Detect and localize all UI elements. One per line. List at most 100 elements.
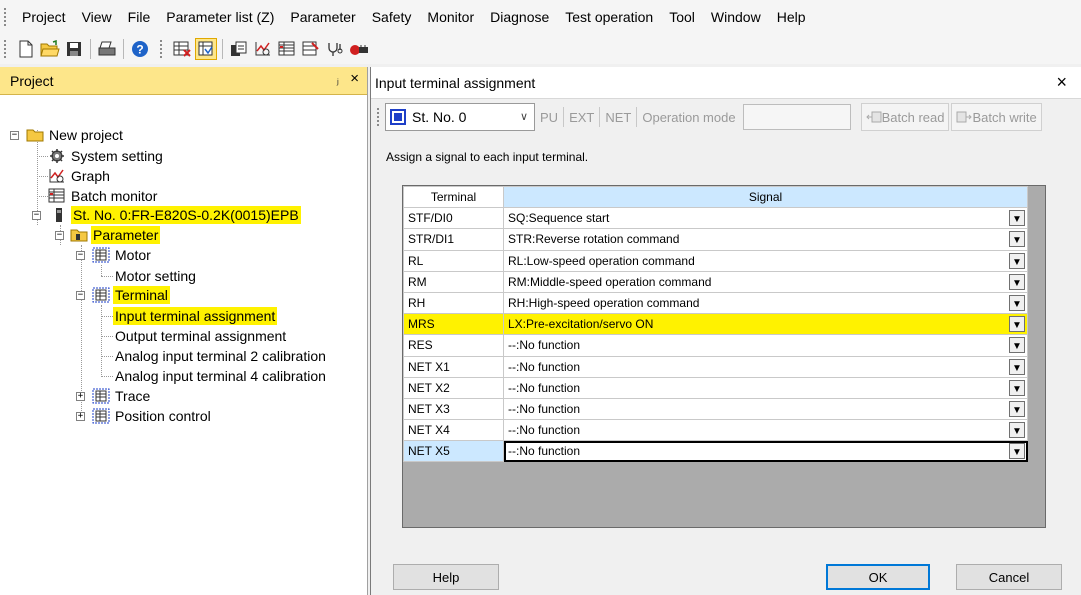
tree-node-system-setting[interactable]: System setting xyxy=(48,146,165,166)
cancel-button[interactable]: Cancel xyxy=(956,564,1062,590)
print-icon[interactable] xyxy=(96,38,118,60)
toolbar-grip xyxy=(4,40,8,58)
pin-icon[interactable]: ⱼ xyxy=(337,72,339,88)
tree-node-new-project[interactable]: New project xyxy=(26,125,125,145)
menu-parameter-list[interactable]: Parameter list (Z) xyxy=(158,0,282,34)
dropdown-arrow-icon[interactable]: ▼ xyxy=(1009,358,1025,375)
dropdown-arrow-icon[interactable]: ▼ xyxy=(1009,379,1025,396)
signal-select[interactable]: RM:Middle-speed operation command ▼ xyxy=(503,270,1028,293)
tree-node-terminal[interactable]: Terminal xyxy=(92,285,170,305)
dropdown-arrow-icon[interactable]: ▼ xyxy=(1009,231,1025,248)
tree-node-analog-input-4[interactable]: Analog input terminal 4 calibration xyxy=(113,366,328,386)
new-file-icon[interactable] xyxy=(15,38,37,60)
diagnose-icon[interactable] xyxy=(300,38,322,60)
table-row: NET X1 --:No function ▼ xyxy=(403,355,1028,378)
menu-safety[interactable]: Safety xyxy=(364,0,420,34)
menu-monitor[interactable]: Monitor xyxy=(419,0,482,34)
signal-select[interactable]: --:No function ▼ xyxy=(503,355,1028,378)
tree-node-motor-setting[interactable]: Motor setting xyxy=(113,266,198,286)
signal-select[interactable]: SQ:Sequence start ▼ xyxy=(503,207,1028,230)
menu-help[interactable]: Help xyxy=(769,0,814,34)
tree-node-batch-monitor[interactable]: Batch monitor xyxy=(48,186,159,206)
tree-node-output-terminal-assignment[interactable]: Output terminal assignment xyxy=(113,326,288,346)
open-folder-icon[interactable] xyxy=(39,38,61,60)
signal-select[interactable]: --:No function ▼ xyxy=(503,397,1028,421)
graph-icon xyxy=(48,168,66,184)
tree-node-motor[interactable]: Motor xyxy=(92,245,153,265)
tree-node-analog-input-2[interactable]: Analog input terminal 2 calibration xyxy=(113,346,328,366)
dropdown-arrow-icon[interactable]: ▼ xyxy=(1009,422,1025,439)
help-button[interactable]: Help xyxy=(393,564,499,590)
menu-tool[interactable]: Tool xyxy=(661,0,703,34)
dropdown-arrow-icon[interactable]: ▼ xyxy=(1009,316,1025,333)
collapse-toggle[interactable]: − xyxy=(55,231,64,240)
dialog-title: Input terminal assignment xyxy=(375,74,536,91)
parameter-group-icon xyxy=(92,388,110,404)
batch-write-button[interactable]: Batch write xyxy=(951,103,1042,131)
help-icon[interactable]: ? xyxy=(129,38,151,60)
dropdown-arrow-icon[interactable]: ▼ xyxy=(1009,210,1025,227)
dropdown-arrow-icon[interactable]: ▼ xyxy=(1009,273,1025,290)
signal-select[interactable]: --:No function ▼ xyxy=(503,440,1028,463)
tree-node-trace[interactable]: Trace xyxy=(92,386,152,406)
mode-ext-button[interactable]: EXT xyxy=(564,110,599,125)
dropdown-arrow-icon[interactable]: ▼ xyxy=(1009,400,1025,417)
collapse-toggle[interactable]: − xyxy=(76,251,85,260)
copy-icon[interactable] xyxy=(228,38,250,60)
menu-view[interactable]: View xyxy=(74,0,120,34)
save-icon[interactable] xyxy=(63,38,85,60)
tree-connector xyxy=(101,336,113,337)
graph-icon[interactable] xyxy=(252,38,274,60)
menu-window[interactable]: Window xyxy=(703,0,769,34)
tree-connector xyxy=(37,156,48,157)
batch-read-button[interactable]: Batch read xyxy=(860,103,950,131)
dialog-title-bar: Input terminal assignment × xyxy=(371,67,1081,99)
expand-toggle[interactable]: + xyxy=(76,392,85,401)
tree-node-graph[interactable]: Graph xyxy=(48,166,112,186)
tree-node-parameter[interactable]: Parameter xyxy=(70,225,161,245)
signal-select[interactable]: STR:Reverse rotation command ▼ xyxy=(503,228,1028,251)
test-operation-icon[interactable] xyxy=(348,38,370,60)
signal-select[interactable]: RH:High-speed operation command ▼ xyxy=(503,291,1028,315)
chevron-down-icon: ∨ xyxy=(519,111,528,123)
signal-select[interactable]: RL:Low-speed operation command ▼ xyxy=(503,249,1028,272)
mode-net-button[interactable]: NET xyxy=(600,110,636,125)
folder-icon xyxy=(26,127,44,143)
batch-monitor-icon[interactable] xyxy=(276,38,298,60)
collapse-toggle[interactable]: − xyxy=(32,211,41,220)
menu-diagnose[interactable]: Diagnose xyxy=(482,0,557,34)
menu-file[interactable]: File xyxy=(120,0,159,34)
table-row: RES --:No function ▼ xyxy=(403,334,1028,357)
dropdown-arrow-icon[interactable]: ▼ xyxy=(1009,252,1025,269)
menu-parameter[interactable]: Parameter xyxy=(282,0,363,34)
terminal-cell: RES xyxy=(403,334,504,357)
close-icon[interactable]: × xyxy=(1056,72,1067,93)
tree-node-position-control[interactable]: Position control xyxy=(92,406,213,426)
signal-select[interactable]: LX:Pre-excitation/servo ON ▼ xyxy=(503,313,1028,336)
tree-node-input-terminal-assignment[interactable]: Input terminal assignment xyxy=(113,306,278,326)
tree-connector xyxy=(101,376,113,377)
instruction-text: Assign a signal to each input terminal. xyxy=(386,150,589,164)
menu-test-operation[interactable]: Test operation xyxy=(557,0,661,34)
dropdown-arrow-icon[interactable]: ▼ xyxy=(1009,443,1025,460)
signal-select[interactable]: --:No function ▼ xyxy=(503,419,1028,442)
tree-node-station[interactable]: St. No. 0:FR-E820S-0.2K(0015)EPB xyxy=(50,205,301,225)
menu-project[interactable]: Project xyxy=(14,0,74,34)
dropdown-arrow-icon[interactable]: ▼ xyxy=(1009,337,1025,354)
monitor-toggle-icon[interactable] xyxy=(195,38,217,60)
collapse-toggle[interactable]: − xyxy=(76,291,85,300)
close-icon[interactable]: × xyxy=(350,70,359,87)
collapse-toggle[interactable]: − xyxy=(10,131,19,140)
expand-toggle[interactable]: + xyxy=(76,412,85,421)
mode-pu-button[interactable]: PU xyxy=(535,110,563,125)
signal-value: --:No function xyxy=(508,444,581,459)
signal-select[interactable]: --:No function ▼ xyxy=(503,334,1028,357)
oscilloscope-icon[interactable] xyxy=(324,38,346,60)
ok-button[interactable]: OK xyxy=(826,564,930,590)
signal-select[interactable]: --:No function ▼ xyxy=(503,376,1028,399)
inverter-icon xyxy=(50,207,68,223)
column-header-signal: Signal xyxy=(503,185,1028,209)
parameter-list-icon[interactable] xyxy=(171,38,193,60)
station-select[interactable]: St. No. 0 ∨ xyxy=(385,103,535,131)
dropdown-arrow-icon[interactable]: ▼ xyxy=(1009,294,1025,311)
